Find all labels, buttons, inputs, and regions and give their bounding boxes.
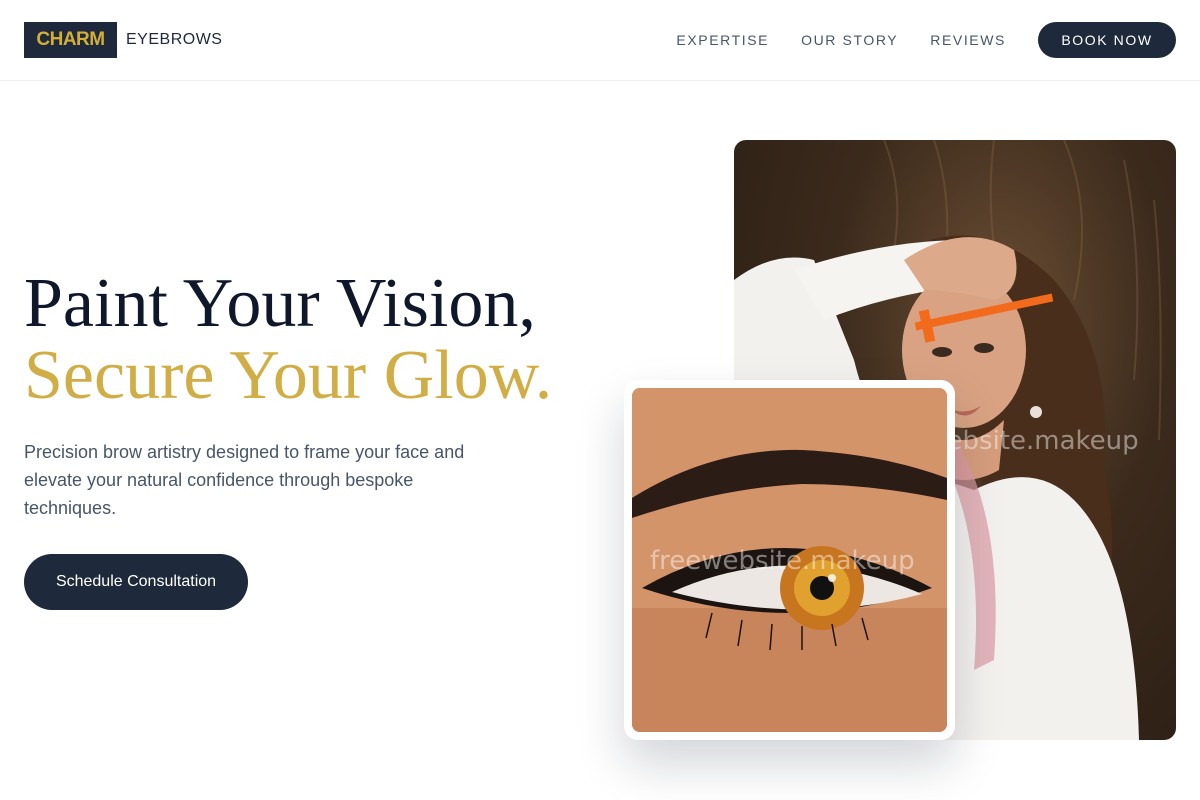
nav-link-expertise[interactable]: EXPERTISE — [676, 22, 769, 58]
nav-link-reviews[interactable]: REVIEWS — [930, 22, 1006, 58]
main-nav: EXPERTISE OUR STORY REVIEWS BOOK NOW — [676, 22, 1176, 58]
hero-title-line-2: Secure Your Glow. — [24, 337, 553, 414]
site-header: CHARM EYEBROWS EXPERTISE OUR STORY REVIE… — [0, 0, 1200, 81]
eye-closeup-photo: freewebsite.makeup — [632, 388, 947, 732]
book-now-button[interactable]: BOOK NOW — [1038, 22, 1176, 58]
schedule-consultation-button[interactable]: Schedule Consultation — [24, 554, 248, 610]
hero-description: Precision brow artistry designed to fram… — [24, 442, 465, 518]
hero-title: Paint Your Vision, Secure Your Glow. — [24, 268, 552, 412]
nav-link-our-story[interactable]: OUR STORY — [801, 22, 898, 58]
hero-title-line-1: Paint Your Vision, — [24, 265, 536, 342]
brand-logo-text: EYEBROWS — [126, 31, 223, 48]
brand-logo-mark: CHARM — [24, 22, 117, 58]
eye-photo-watermark: freewebsite.makeup — [650, 546, 915, 576]
brand-logo[interactable]: CHARM EYEBROWS — [24, 22, 222, 58]
eye-closeup-card: freewebsite.makeup — [624, 380, 955, 740]
